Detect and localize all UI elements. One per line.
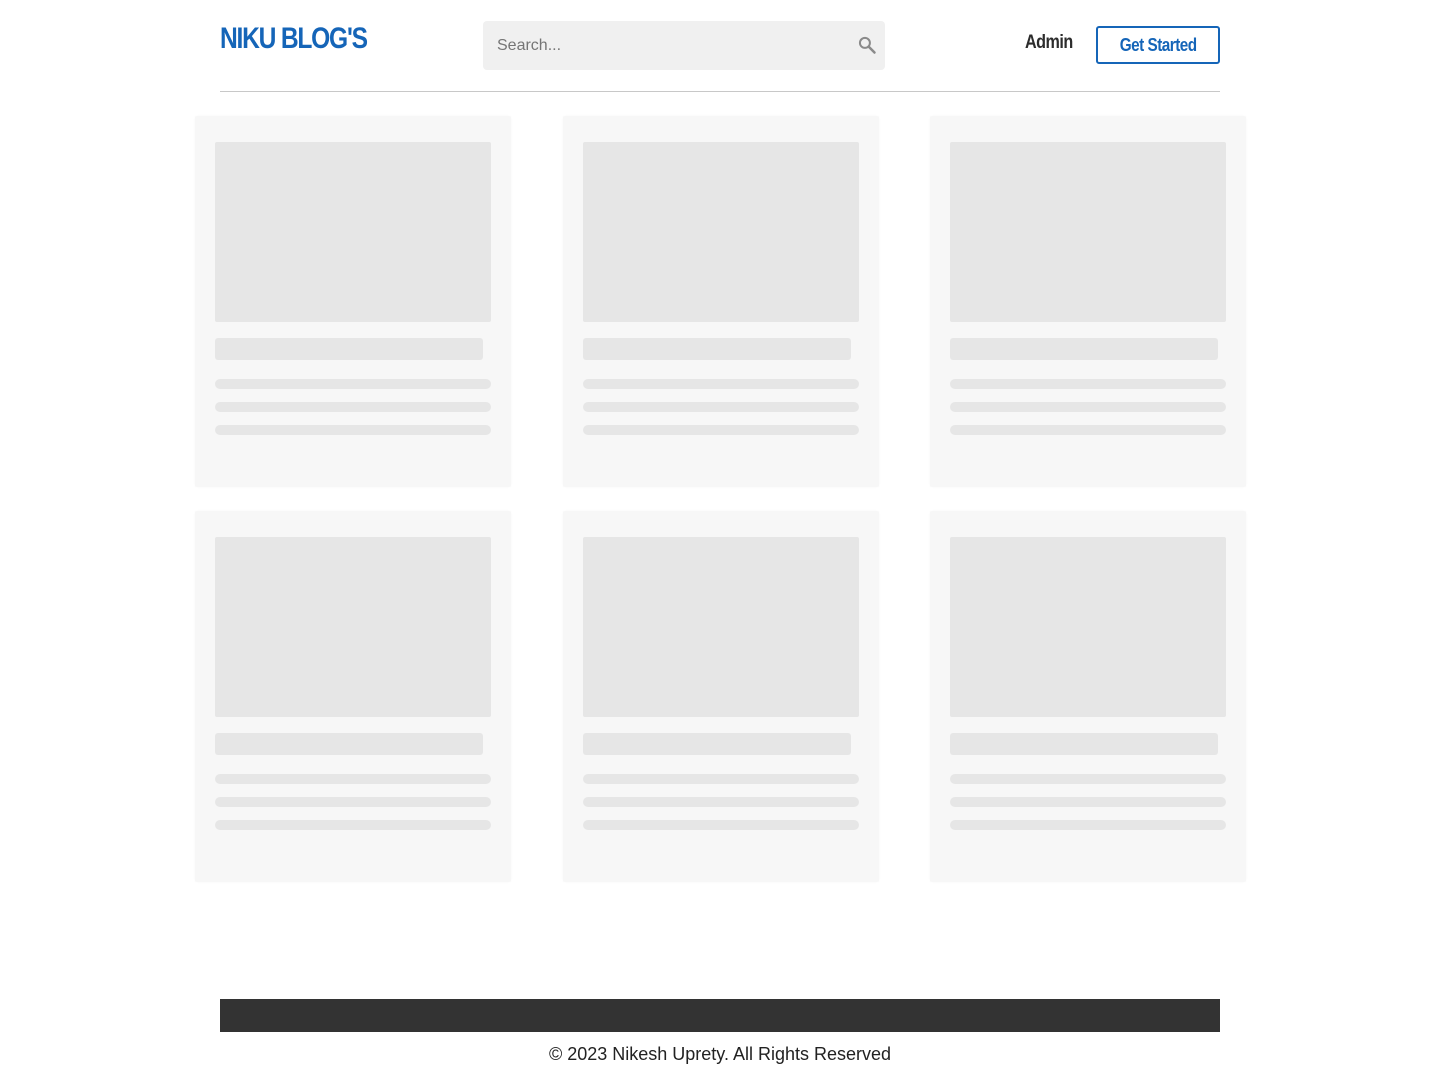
skeleton-image	[215, 142, 491, 322]
skeleton-image	[583, 537, 859, 717]
skeleton-line	[583, 402, 859, 412]
skeleton-title	[950, 338, 1218, 360]
skeleton-image	[950, 537, 1226, 717]
skeleton-image	[950, 142, 1226, 322]
skeleton-line	[583, 379, 859, 389]
skeleton-line	[215, 797, 491, 807]
skeleton-line	[215, 402, 491, 412]
post-card-skeleton	[930, 116, 1246, 487]
skeleton-line	[950, 774, 1226, 784]
skeleton-line	[215, 820, 491, 830]
skeleton-image	[215, 537, 491, 717]
skeleton-line	[583, 774, 859, 784]
post-card-skeleton	[563, 116, 879, 487]
skeleton-line	[215, 379, 491, 389]
skeleton-line	[950, 379, 1226, 389]
post-card-skeleton	[563, 511, 879, 882]
skeleton-title	[215, 733, 483, 755]
skeleton-line	[215, 774, 491, 784]
skeleton-line	[950, 797, 1226, 807]
skeleton-line	[583, 797, 859, 807]
post-card-skeleton	[195, 511, 511, 882]
skeleton-line	[950, 820, 1226, 830]
skeleton-line	[950, 425, 1226, 435]
skeleton-image	[583, 142, 859, 322]
post-card-skeleton	[195, 116, 511, 487]
skeleton-title	[215, 338, 483, 360]
post-card-skeleton	[930, 511, 1246, 882]
skeleton-line	[950, 402, 1226, 412]
skeleton-title	[583, 338, 851, 360]
skeleton-title	[950, 733, 1218, 755]
copyright-text: © 2023 Nikesh Uprety. All Rights Reserve…	[548, 1044, 892, 1064]
post-grid	[0, 0, 1440, 900]
skeleton-title	[583, 733, 851, 755]
skeleton-line	[215, 425, 491, 435]
footer-bar	[220, 999, 1220, 1032]
skeleton-line	[583, 425, 859, 435]
skeleton-line	[583, 820, 859, 830]
